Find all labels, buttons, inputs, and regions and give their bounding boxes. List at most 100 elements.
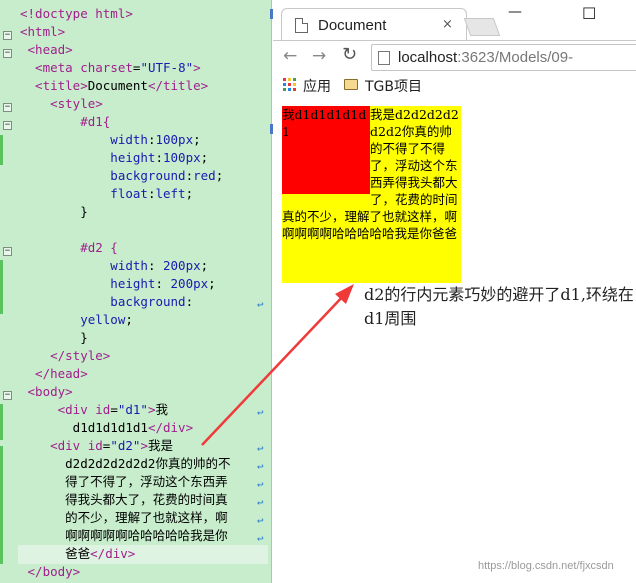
wrap-icon: ↩ [257, 496, 264, 509]
apps-grid-icon[interactable] [283, 78, 296, 91]
code-token: 啊啊啊啊啊哈哈哈哈哈我是你 [20, 528, 228, 543]
code-token: <style> [20, 96, 103, 111]
code-token: : [185, 294, 194, 309]
code-line[interactable]: <meta charset="UTF-8"> [20, 59, 201, 77]
code-line[interactable]: <div id="d2">我是 [20, 437, 173, 455]
code-line[interactable]: 爸爸</div> [20, 545, 135, 563]
code-line[interactable]: d1d1d1d1d1</div> [20, 419, 193, 437]
page-info-icon[interactable] [378, 51, 390, 65]
code-token: height [20, 276, 156, 291]
editor-gutter: − − − − − − [0, 0, 16, 583]
bookmark-folder-tgb[interactable]: TGB项目 [365, 76, 422, 96]
code-line[interactable]: 的不少，理解了也就这样，啊 [20, 509, 228, 527]
wrap-icon: ↩ [257, 298, 264, 311]
back-arrow-icon[interactable]: ← [283, 46, 297, 66]
forward-arrow-icon[interactable]: → [312, 46, 326, 66]
code-line[interactable]: yellow; [20, 311, 133, 329]
code-token: <html> [20, 24, 66, 39]
code-token: : [147, 258, 163, 273]
code-token: d1d1d1d1d1 [20, 420, 148, 435]
fold-toggle-body[interactable]: − [3, 391, 12, 400]
fold-toggle-d1-rule[interactable]: − [3, 121, 12, 130]
code-token: <body> [20, 384, 73, 399]
code-line[interactable]: 得了不得了，浮动这个东西弄 [20, 473, 228, 491]
code-line[interactable]: width: 200px; [20, 257, 208, 275]
code-line[interactable]: #d1{ [20, 113, 110, 131]
url-path: :3623/Models/09- [457, 49, 574, 66]
code-line[interactable]: height:100px; [20, 149, 208, 167]
float-spacer [282, 106, 370, 194]
code-token: "d2" [110, 438, 141, 453]
url-text: localhost:3623/Models/09- [398, 49, 573, 66]
code-token: ; [185, 186, 194, 201]
code-line[interactable]: float:left; [20, 185, 193, 203]
reload-icon[interactable]: ↻ [342, 44, 357, 65]
code-editor[interactable]: − − − − − − <!doctype html> <html> <head>… [0, 0, 273, 583]
code-line[interactable]: background:red; [20, 167, 223, 185]
code-token: 爸爸 [20, 546, 91, 561]
code-line[interactable]: } [20, 329, 88, 347]
address-bar[interactable]: localhost:3623/Models/09- [371, 44, 636, 71]
code-token: 得我头都大了，花费的时间真 [20, 492, 228, 507]
code-line[interactable]: #d2 { [20, 239, 118, 257]
maximize-button[interactable]: ☐ [582, 4, 596, 23]
code-token: id [95, 402, 111, 417]
code-token: left [155, 186, 186, 201]
new-tab-button[interactable] [463, 18, 501, 36]
code-token: red [193, 168, 216, 183]
code-line[interactable]: <body> [20, 383, 73, 401]
code-token: id [87, 438, 103, 453]
code-line[interactable]: width:100px; [20, 131, 200, 149]
change-marker [0, 260, 3, 314]
fold-toggle-d2-rule[interactable]: − [3, 247, 12, 256]
fold-toggle-html[interactable]: − [3, 31, 12, 40]
code-line[interactable]: 啊啊啊啊啊哈哈哈哈哈我是你 [20, 527, 228, 545]
code-token: = [110, 402, 118, 417]
code-line[interactable]: <head> [20, 41, 73, 59]
code-token: : [155, 150, 163, 165]
change-marker [0, 135, 3, 165]
wrap-icon: ↩ [257, 460, 264, 473]
code-line[interactable]: <!doctype html> [20, 5, 133, 23]
code-token: 的不少，理解了也就这样，啊 [20, 510, 228, 525]
annotation-note: d2的行内元素巧妙的避开了d1,环绕在d1周围 [364, 285, 634, 328]
code-line[interactable]: </body> [20, 563, 81, 581]
code-token: charset [80, 60, 133, 75]
code-token: 100px [163, 150, 201, 165]
watermark: https://blog.csdn.net/fjxcsdn [478, 560, 614, 572]
code-line[interactable]: } [20, 203, 88, 221]
change-marker [0, 404, 3, 440]
code-line[interactable]: <html> [20, 23, 65, 41]
minimize-button[interactable]: — [508, 4, 522, 20]
code-line[interactable]: <title>Document</title> [20, 77, 208, 95]
page-icon [295, 18, 308, 33]
code-token: 200px [170, 276, 209, 291]
code-line[interactable]: </head> [20, 365, 88, 383]
code-token: float [20, 186, 148, 201]
code-token: #d2 { [20, 240, 118, 255]
code-line[interactable]: 得我头都大了，花费的时间真 [20, 491, 228, 509]
code-token: > [140, 438, 148, 453]
tab-document[interactable]: Document × [281, 8, 467, 42]
code-token: </body> [20, 564, 81, 579]
code-line[interactable]: height: 200px; [20, 275, 215, 293]
code-token: width [20, 258, 148, 273]
code-token: <!doctype html> [20, 6, 133, 21]
code-token: </style> [20, 348, 111, 363]
code-line[interactable]: </style> [20, 347, 110, 365]
page-content: 我d1d1d1d1d1 我是d2d2d2d2d2d2你真的帅的不得了不得了，浮动… [273, 98, 636, 583]
wrap-icon: ↩ [257, 478, 264, 491]
code-token: : [185, 168, 194, 183]
title-bar: Document × — ☐ [273, 0, 636, 42]
code-line[interactable]: d2d2d2d2d2d2你真的帅的不 [20, 455, 230, 473]
fold-toggle-style[interactable]: − [3, 103, 12, 112]
bookmark-apps[interactable]: 应用 [303, 76, 331, 96]
code-line[interactable]: <div id="d1">我 [20, 401, 168, 419]
code-line[interactable]: background: [20, 293, 193, 311]
tab-close-icon[interactable]: × [442, 17, 453, 32]
fold-toggle-head[interactable]: − [3, 49, 12, 58]
code-token: ; [200, 150, 209, 165]
navigation-toolbar: ← → ↻ localhost:3623/Models/09- [273, 40, 636, 72]
code-token: 100px [155, 132, 194, 147]
code-line[interactable]: <style> [20, 95, 103, 113]
